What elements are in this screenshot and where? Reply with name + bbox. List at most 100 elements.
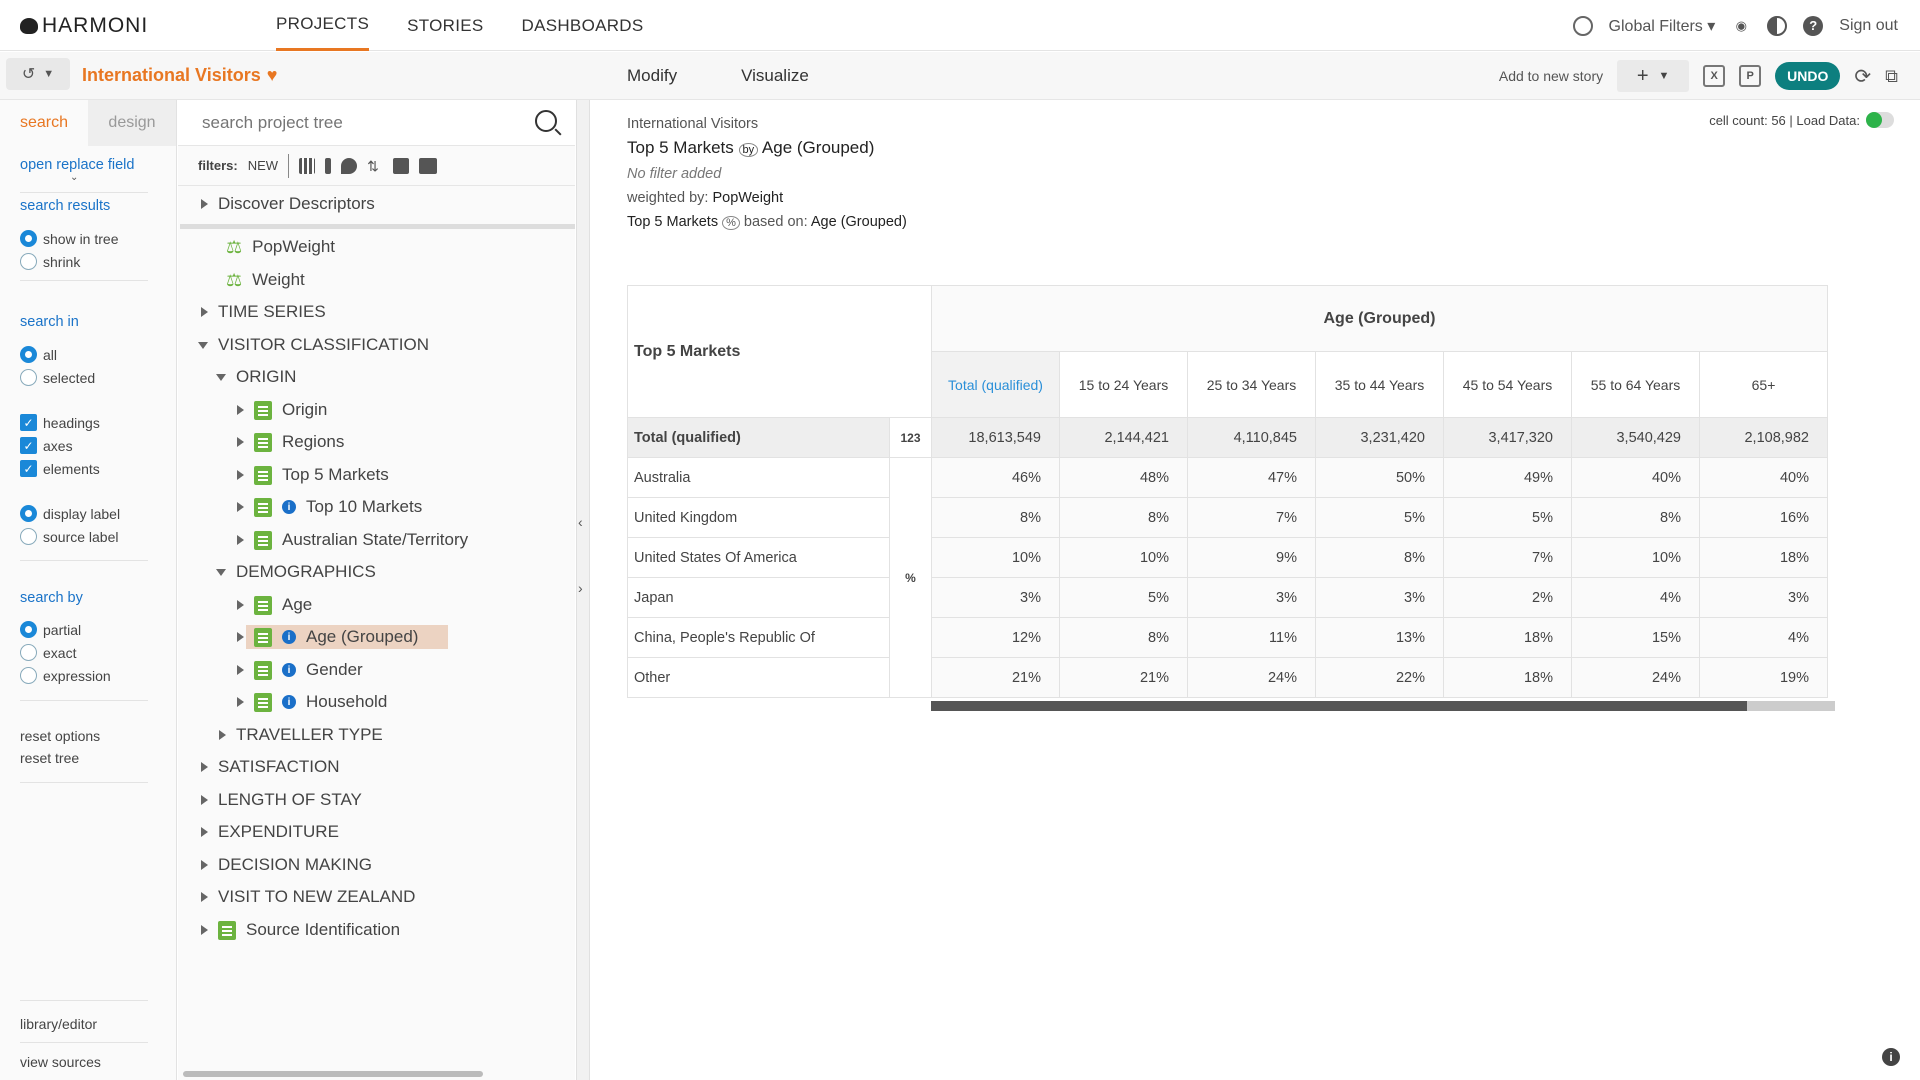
sign-out-link[interactable]: Sign out [1839, 17, 1898, 35]
grid-filter-icon[interactable] [299, 157, 316, 174]
row-header[interactable]: United Kingdom [627, 497, 890, 538]
tab-search[interactable]: search [0, 100, 88, 146]
column-group-header[interactable]: Age (Grouped) [931, 285, 1828, 352]
library-editor-link[interactable]: library/editor [20, 1016, 97, 1032]
tree-item-expenditure[interactable]: EXPENDITURE [201, 817, 339, 847]
caret-right-icon[interactable] [237, 665, 244, 675]
corner-header[interactable]: Top 5 Markets [627, 285, 932, 418]
row-header[interactable]: China, People's Republic Of [627, 617, 890, 658]
brand-logo[interactable]: HARMONI [20, 14, 148, 38]
eye-icon[interactable]: ◉ [1731, 16, 1751, 36]
search-in-all-radio[interactable]: all [20, 346, 57, 363]
column-variable[interactable]: Age (Grouped) [762, 138, 874, 157]
chevron-left-icon[interactable]: ‹ [578, 514, 583, 530]
tree-item-regions[interactable]: Regions [237, 427, 344, 457]
caret-right-icon[interactable] [201, 795, 208, 805]
row-header[interactable]: Other [627, 657, 890, 698]
caret-right-icon[interactable] [201, 860, 208, 870]
caret-right-icon[interactable] [237, 405, 244, 415]
tab-visualize[interactable]: Visualize [741, 66, 809, 86]
shrink-radio[interactable]: shrink [20, 253, 80, 270]
display-label-radio[interactable]: display label [20, 505, 120, 522]
sort-filter-icon[interactable]: ⇅ [367, 158, 383, 174]
column-header[interactable]: 55 to 64 Years [1571, 351, 1700, 418]
caret-right-icon[interactable] [237, 470, 244, 480]
filter-new-button[interactable]: NEW [248, 158, 278, 173]
info-icon[interactable]: i [282, 500, 296, 514]
caret-right-icon[interactable] [237, 437, 244, 447]
reset-options-link[interactable]: reset options [20, 728, 100, 744]
location-filter-icon[interactable] [341, 157, 358, 174]
add-story-button[interactable]: + ▼ [1617, 60, 1690, 92]
nav-projects[interactable]: PROJECTS [276, 0, 370, 51]
tree-item-source-identification[interactable]: Source Identification [201, 915, 400, 945]
row-header[interactable]: Australia [627, 457, 890, 498]
tree-item-visit-nz[interactable]: VISIT TO NEW ZEALAND [201, 882, 415, 912]
excel-export-icon[interactable]: X [1703, 65, 1726, 87]
reset-tree-link[interactable]: reset tree [20, 750, 79, 766]
axes-checkbox[interactable]: ✓ axes [20, 437, 73, 454]
headings-checkbox[interactable]: ✓ headings [20, 414, 100, 431]
tree-item-visitor-classification[interactable]: VISITOR CLASSIFICATION [198, 330, 429, 360]
tree-item-weight[interactable]: ⚖ Weight [226, 265, 305, 295]
caret-right-icon[interactable] [201, 199, 208, 209]
expression-radio[interactable]: expression [20, 667, 111, 684]
tree-item-time-series[interactable]: TIME SERIES [201, 297, 326, 327]
view-sources-link[interactable]: view sources [20, 1054, 101, 1070]
tree-item-demographics[interactable]: DEMOGRAPHICS [216, 557, 376, 587]
caret-right-icon[interactable] [237, 697, 244, 707]
history-button[interactable]: ↺ ▼ [6, 58, 70, 90]
caret-right-icon[interactable] [201, 892, 208, 902]
tree-item-satisfaction[interactable]: SATISFACTION [201, 752, 340, 782]
tree-item-australian-state[interactable]: Australian State/Territory [237, 525, 468, 555]
tree-item-discover-descriptors[interactable]: Discover Descriptors [201, 189, 375, 219]
info-icon[interactable]: i [282, 695, 296, 709]
column-header[interactable]: 35 to 44 Years [1315, 351, 1444, 418]
refresh-icon[interactable]: ⟳ [1854, 64, 1871, 89]
contrast-icon[interactable] [1767, 15, 1788, 36]
window-icon[interactable]: ⧉ [1885, 66, 1898, 87]
column-header[interactable]: 45 to 54 Years [1443, 351, 1572, 418]
row-variable[interactable]: Top 5 Markets [627, 138, 734, 157]
tree-item-household[interactable]: i Household [237, 687, 387, 717]
table-horizontal-scrollbar[interactable] [931, 701, 1835, 711]
tree-item-length-of-stay[interactable]: LENGTH OF STAY [201, 785, 362, 815]
tree-item-age-grouped[interactable]: i Age (Grouped) [237, 622, 449, 652]
caret-down-icon[interactable] [198, 341, 208, 349]
globe-icon[interactable] [1572, 15, 1593, 36]
nav-stories[interactable]: STORIES [407, 0, 483, 51]
nav-dashboards[interactable]: DASHBOARDS [522, 0, 644, 51]
column-header[interactable]: 65+ [1699, 351, 1828, 418]
caret-right-icon[interactable] [237, 535, 244, 545]
global-filters-dropdown[interactable]: Global Filters ▾ [1609, 16, 1716, 36]
caret-right-icon[interactable] [237, 632, 244, 642]
info-icon[interactable]: i [282, 663, 296, 677]
tree-item-top-5-markets[interactable]: Top 5 Markets [237, 460, 389, 490]
column-header[interactable]: 15 to 24 Years [1059, 351, 1188, 418]
exact-radio[interactable]: exact [20, 644, 76, 661]
caret-right-icon[interactable] [237, 502, 244, 512]
caret-right-icon[interactable] [201, 307, 208, 317]
show-in-tree-radio[interactable]: show in tree [20, 230, 118, 247]
tree-item-age[interactable]: Age [237, 590, 312, 620]
search-in-selected-radio[interactable]: selected [20, 369, 95, 386]
tree-item-origin-group[interactable]: ORIGIN [216, 362, 296, 392]
caret-right-icon[interactable] [237, 600, 244, 610]
row-header[interactable]: Japan [627, 577, 890, 618]
info-icon[interactable]: i [1882, 1048, 1900, 1066]
undo-button[interactable]: UNDO [1775, 62, 1841, 90]
elements-checkbox[interactable]: ✓ elements [20, 460, 100, 477]
tree-item-traveller-type[interactable]: TRAVELLER TYPE [219, 720, 383, 750]
caret-down-icon[interactable] [216, 568, 226, 576]
tree-item-gender[interactable]: i Gender [237, 655, 363, 685]
project-title[interactable]: International Visitors ♥ [82, 65, 277, 86]
load-data-toggle[interactable] [1866, 112, 1894, 128]
chevron-down-icon[interactable]: ⌄ [70, 172, 78, 183]
open-replace-field-link[interactable]: open replace field [20, 157, 134, 173]
tab-design[interactable]: design [88, 100, 176, 146]
caret-down-icon[interactable] [216, 373, 226, 381]
folder-filter-icon[interactable] [393, 157, 410, 174]
caret-right-icon[interactable] [201, 827, 208, 837]
tree-item-top-10-markets[interactable]: i Top 10 Markets [237, 492, 422, 522]
variable-filter-icon[interactable] [419, 157, 438, 174]
